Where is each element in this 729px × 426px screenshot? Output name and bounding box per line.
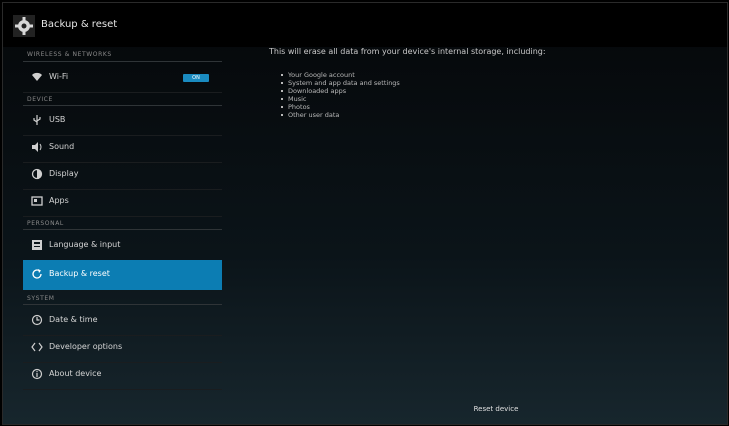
language-icon	[31, 239, 43, 251]
page-title: Backup & reset	[41, 19, 118, 30]
sidebar-item-label: USB	[49, 115, 66, 124]
sidebar-item-label: Date & time	[49, 315, 98, 324]
section-header-system: SYSTEM	[27, 295, 55, 302]
display-icon	[31, 168, 43, 180]
sidebar-item-developer[interactable]: Developer options	[23, 333, 222, 363]
action-bar: Backup & reset	[3, 3, 727, 47]
sidebar-item-display[interactable]: Display	[23, 160, 222, 190]
settings-screen: Backup & reset WIRELESS & NETWORKS Wi-Fi…	[2, 2, 728, 425]
reset-device-button[interactable]: Reset device	[459, 398, 533, 420]
sidebar-item-label: About device	[49, 369, 102, 378]
list-item: System and app data and settings	[281, 79, 400, 87]
section-header-personal: PERSONAL	[27, 220, 64, 227]
wifi-toggle[interactable]: ON	[183, 74, 209, 82]
erase-items-list: Your Google account System and app data …	[281, 71, 400, 119]
clock-icon	[31, 314, 43, 326]
sidebar-item-language[interactable]: Language & input	[23, 231, 222, 261]
section-header-wireless: WIRELESS & NETWORKS	[27, 51, 112, 58]
list-item: Other user data	[281, 111, 400, 119]
erase-warning-text: This will erase all data from your devic…	[269, 47, 546, 56]
developer-icon	[31, 341, 43, 353]
sidebar-item-label: Language & input	[49, 240, 121, 249]
sidebar-item-date-time[interactable]: Date & time	[23, 306, 222, 336]
apps-icon	[31, 195, 43, 207]
section-divider	[23, 304, 222, 305]
wifi-icon	[31, 71, 43, 83]
list-item: Your Google account	[281, 71, 400, 79]
list-item: Music	[281, 95, 400, 103]
sidebar-item-sound[interactable]: Sound	[23, 133, 222, 163]
section-divider	[23, 61, 222, 62]
sidebar-item-usb[interactable]: USB	[23, 106, 222, 136]
sidebar-item-label: Sound	[49, 142, 75, 151]
sound-icon	[31, 141, 43, 153]
settings-gear-icon[interactable]	[13, 15, 35, 37]
usb-icon	[31, 114, 43, 126]
info-icon	[31, 368, 43, 380]
section-header-device: DEVICE	[27, 96, 53, 103]
sidebar-item-label: Display	[49, 169, 79, 178]
sidebar-item-label: Developer options	[49, 342, 123, 351]
sidebar-item-about[interactable]: About device	[23, 360, 222, 390]
sidebar-item-apps[interactable]: Apps	[23, 187, 222, 217]
sidebar-item-wifi[interactable]: Wi-Fi ON	[23, 63, 222, 93]
backup-icon	[31, 268, 43, 280]
list-item: Photos	[281, 103, 400, 111]
list-item: Downloaded apps	[281, 87, 400, 95]
sidebar-item-label: Apps	[49, 196, 69, 205]
sidebar-item-backup[interactable]: Backup & reset	[23, 260, 222, 290]
reset-content-panel: This will erase all data from your devic…	[269, 47, 709, 377]
sidebar-item-label: Wi-Fi	[49, 72, 69, 81]
settings-sidebar: WIRELESS & NETWORKS Wi-Fi ON DEVICE USB …	[23, 47, 222, 393]
section-divider	[23, 229, 222, 230]
sidebar-item-label: Backup & reset	[49, 269, 110, 278]
